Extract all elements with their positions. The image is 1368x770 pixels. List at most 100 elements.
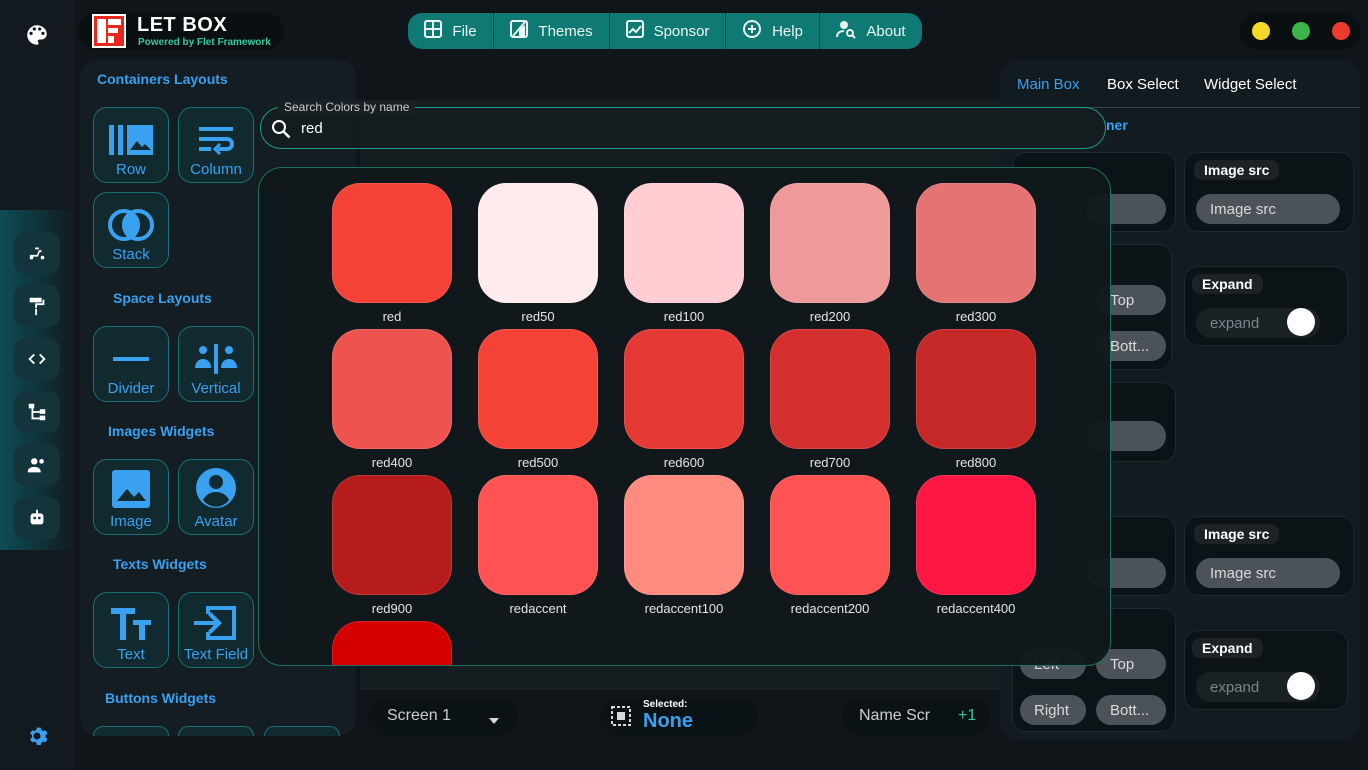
selected-caption: Selected: (643, 699, 688, 710)
tile-column[interactable]: Column (178, 107, 254, 183)
paint-roller-icon[interactable] (14, 285, 60, 327)
stack-icon (108, 209, 154, 241)
text-icon (111, 608, 151, 640)
props-section-title: ner (1106, 117, 1128, 133)
tile-text[interactable]: Text (93, 592, 169, 668)
color-swatch[interactable] (916, 475, 1036, 595)
divider-icon (113, 357, 149, 361)
expand-toggle[interactable] (1287, 308, 1315, 336)
tile-stack[interactable]: Stack (93, 192, 169, 268)
image-src-label: Image src (1194, 160, 1280, 180)
color-swatch[interactable] (332, 329, 452, 449)
menu-about[interactable]: About (820, 13, 922, 49)
color-swatch[interactable] (624, 329, 744, 449)
selected-value: None (643, 710, 693, 732)
section-buttons-title: Buttons Widgets (105, 690, 217, 706)
expand-toggle[interactable] (1287, 672, 1315, 700)
tile-text-field-label: Text Field (183, 646, 249, 663)
color-swatch-label: red900 (371, 601, 413, 616)
scooter-icon[interactable] (14, 232, 60, 274)
color-swatch[interactable] (332, 475, 452, 595)
tile-vertical-label: Vertical (191, 380, 241, 397)
tile-button-partial[interactable] (93, 726, 169, 736)
screen-dropdown-value: Screen 1 (387, 707, 452, 724)
color-swatch-label: redaccent400 (936, 601, 1016, 616)
color-swatch[interactable] (478, 329, 598, 449)
color-swatch-label: red50 (521, 309, 555, 324)
color-swatch-label: red200 (809, 309, 851, 324)
minimize-button[interactable] (1252, 22, 1270, 40)
palette-icon[interactable] (24, 22, 50, 48)
color-swatch[interactable] (332, 183, 452, 303)
image-src-input[interactable]: Image src (1196, 194, 1340, 224)
color-swatch-label: red800 (955, 455, 997, 470)
color-swatch[interactable] (770, 329, 890, 449)
color-swatch-label: red400 (371, 455, 413, 470)
section-texts-title: Texts Widgets (113, 556, 207, 572)
menu-about-label: About (866, 22, 906, 40)
wrap-text-icon (199, 127, 234, 156)
color-swatch-label: red (382, 309, 402, 324)
color-swatch[interactable] (478, 475, 598, 595)
color-swatch-label: red700 (809, 455, 851, 470)
color-swatch[interactable] (916, 183, 1036, 303)
expand-label: Expand (1192, 274, 1263, 294)
tile-avatar[interactable]: Avatar (178, 459, 254, 535)
people-icon[interactable] (14, 444, 60, 486)
menu-file-label: File (452, 22, 477, 40)
person-search-icon (836, 19, 857, 43)
menu-themes[interactable]: Themes (494, 13, 610, 49)
color-picker-dialog: red red50 red100 red200 red300 red400 red500 re… (258, 167, 1111, 666)
tile-vertical[interactable]: Vertical (178, 326, 254, 402)
color-swatch-label: redaccent100 (644, 601, 724, 616)
search-legend: Search Colors by name (278, 100, 416, 114)
color-swatch[interactable] (332, 621, 452, 665)
tile-button-partial[interactable] (178, 726, 254, 736)
tab-main-box[interactable]: Main Box (1017, 76, 1080, 93)
color-swatch[interactable] (624, 183, 744, 303)
avatar-icon (196, 468, 236, 508)
menu-sponsor[interactable]: Sponsor (610, 13, 726, 49)
tab-box-select[interactable]: Box Select (1107, 76, 1179, 93)
input-icon (194, 606, 236, 640)
image-src-input[interactable]: Image src (1196, 558, 1340, 588)
add-screen-button[interactable]: +1 (958, 707, 976, 725)
color-swatch-label: redaccent200 (790, 601, 870, 616)
search-input[interactable]: red (301, 120, 323, 137)
tab-widget-select[interactable]: Widget Select (1204, 76, 1297, 93)
robot-icon[interactable] (14, 497, 60, 539)
row-icon (109, 125, 153, 155)
top-menu: File Themes Sponsor Help About (408, 13, 922, 49)
menu-file[interactable]: File (408, 13, 494, 49)
tile-button-partial[interactable] (264, 726, 340, 736)
tile-divider[interactable]: Divider (93, 326, 169, 402)
close-button[interactable] (1332, 22, 1350, 40)
color-swatch[interactable] (770, 475, 890, 595)
pad-bottom-input[interactable]: Bott... (1096, 695, 1166, 725)
app-logo (92, 14, 126, 48)
color-swatch[interactable] (916, 329, 1036, 449)
tile-row[interactable]: Row (93, 107, 169, 183)
chart-icon (625, 20, 644, 42)
tile-text-field[interactable]: Text Field (178, 592, 254, 668)
color-swatch-label: red500 (517, 455, 559, 470)
tree-icon[interactable] (14, 391, 60, 433)
color-swatch[interactable] (478, 183, 598, 303)
maximize-button[interactable] (1292, 22, 1310, 40)
pad-right-input[interactable]: Right (1020, 695, 1086, 725)
help-icon (742, 19, 762, 43)
settings-icon[interactable] (25, 724, 49, 748)
color-swatch[interactable] (624, 475, 744, 595)
tile-stack-label: Stack (112, 246, 150, 263)
tile-text-label: Text (117, 646, 145, 663)
select-all-icon (611, 706, 631, 731)
app-title: LET BOX (137, 14, 228, 36)
tile-image[interactable]: Image (93, 459, 169, 535)
grid-icon (424, 20, 443, 42)
search-icon (271, 119, 291, 144)
menu-help[interactable]: Help (726, 13, 820, 49)
code-icon[interactable] (14, 338, 60, 380)
color-swatch-label: red100 (663, 309, 705, 324)
color-swatch[interactable] (770, 183, 890, 303)
color-swatch-label: red300 (955, 309, 997, 324)
